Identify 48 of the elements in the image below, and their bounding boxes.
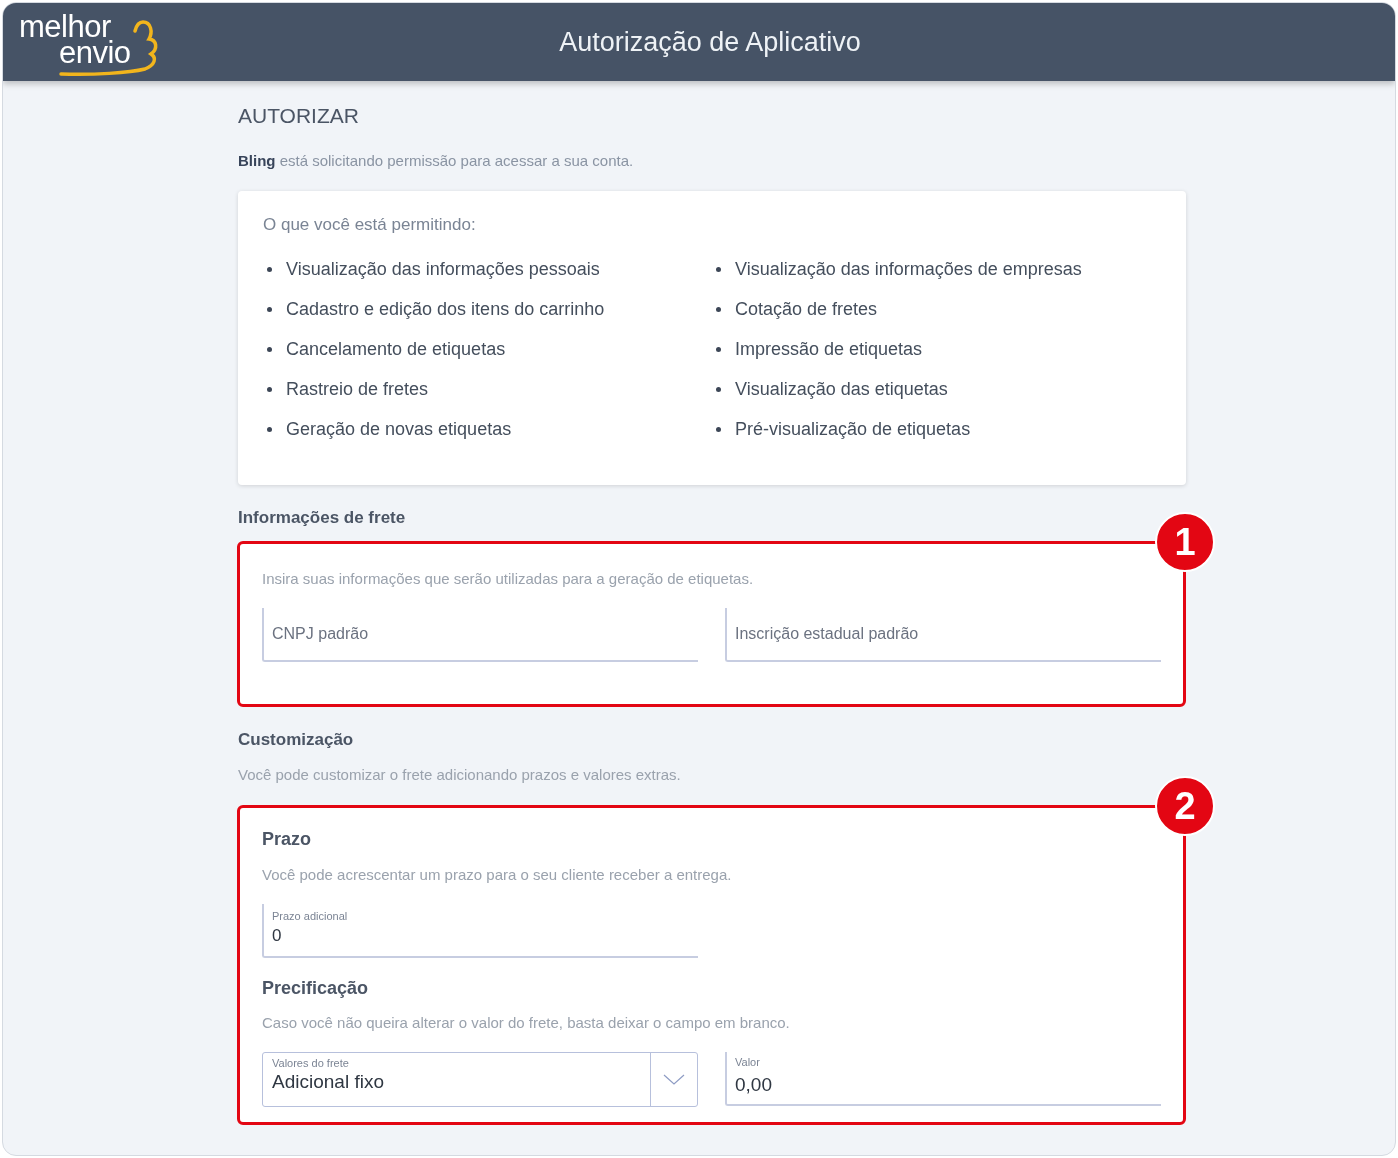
bullet-icon xyxy=(267,306,272,312)
permission-item: Cotação de fretes xyxy=(735,297,878,321)
bullet-icon xyxy=(716,266,721,272)
chevron-down-icon xyxy=(663,1074,685,1085)
input-field[interactable]: Inscrição estadual padrão xyxy=(725,608,1161,662)
subsection-description: Você pode acrescentar um prazo para o seu cliente receber a entrega. xyxy=(262,865,733,885)
permission-item: Rastreio de fretes xyxy=(286,377,429,401)
select-value: Adicional fixo xyxy=(272,1070,385,1094)
permission-item: Visualização das etiquetas xyxy=(735,377,948,401)
bullet-icon xyxy=(716,346,721,352)
permission-item: Pré-visualização de etiquetas xyxy=(735,417,971,441)
field-value: 0,00 xyxy=(735,1073,773,1097)
request-text: Bling está solicitando permissão para acessar a sua conta. xyxy=(238,151,635,171)
permission-item: Cancelamento de etiquetas xyxy=(286,337,506,361)
section-description: Insira suas informações que serão utilizadas para a geração de etiquetas. xyxy=(262,569,755,589)
bullet-icon xyxy=(267,426,272,432)
permission-item: Visualização das informações pessoais xyxy=(286,257,600,281)
subsection-title: Precificação xyxy=(262,977,370,1000)
bullet-icon xyxy=(716,386,721,392)
annotation-number-badge: 1 xyxy=(1155,512,1215,572)
bullet-icon xyxy=(267,386,272,392)
input-field[interactable]: CNPJ padrão xyxy=(262,608,698,662)
input-field[interactable]: Valor 0,00 xyxy=(725,1052,1161,1106)
section-title: Informações de frete xyxy=(238,507,407,529)
input-field[interactable]: Prazo adicional 0 xyxy=(262,904,698,958)
section-title: Customização xyxy=(238,729,355,751)
permission-item: Visualização das informações de empresas xyxy=(735,257,1082,281)
logo-text: envio xyxy=(59,40,132,66)
logo-text: melhor xyxy=(19,14,111,40)
bullet-icon xyxy=(716,426,721,432)
subsection-description: Caso você não queira alterar o valor do frete, basta deixar o campo em branco. xyxy=(262,1013,791,1033)
bullet-icon xyxy=(267,266,272,272)
bullet-icon xyxy=(267,346,272,352)
subsection-title: Prazo xyxy=(262,828,313,851)
bullet-icon xyxy=(716,306,721,312)
field-label: Valor xyxy=(735,1055,761,1069)
page-heading: AUTORIZAR xyxy=(238,103,360,129)
field-label: Valores do frete xyxy=(272,1057,350,1070)
permission-item: Geração de novas etiquetas xyxy=(286,417,512,441)
annotation-number-badge: 2 xyxy=(1155,776,1215,836)
permission-item: Cadastro e edição dos itens do carrinho xyxy=(286,297,605,321)
field-label: Prazo adicional xyxy=(272,909,349,923)
section-description: Você pode customizar o frete adicionando prazos e valores extras. xyxy=(238,765,682,785)
header-title: Autorização de Aplicativo xyxy=(559,25,861,59)
permission-item: Impressão de etiquetas xyxy=(735,337,923,361)
permissions-title: O que você está permitindo: xyxy=(263,214,477,236)
field-value: 0 xyxy=(272,925,283,947)
select-field[interactable]: Valores do frete Adicional fixo xyxy=(262,1052,698,1107)
